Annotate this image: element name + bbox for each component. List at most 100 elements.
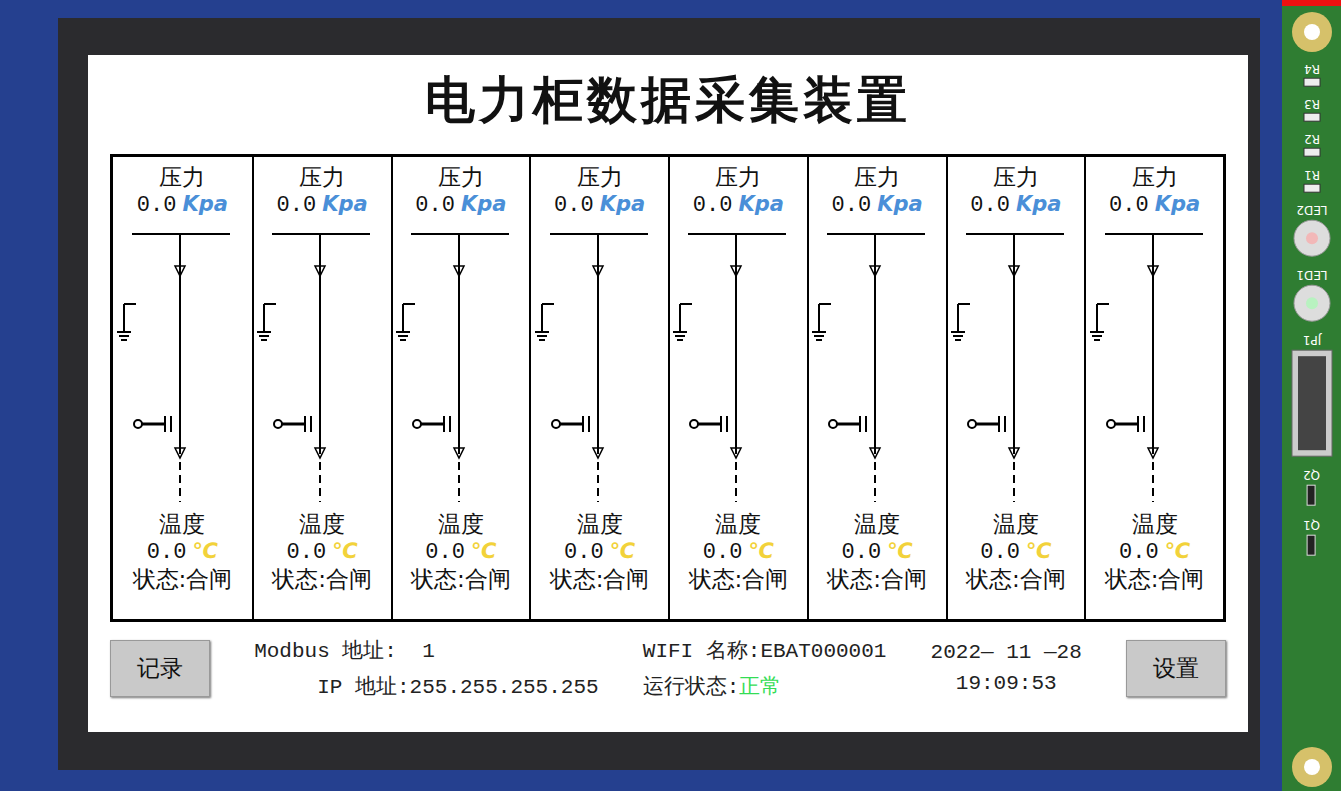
wifi-name: WIFI 名称:EBAT000001 bbox=[643, 636, 887, 664]
pressure-label: 压力 bbox=[159, 163, 205, 192]
part-label: Q2 bbox=[1303, 468, 1320, 481]
pressure-reading: 0.0Kpa bbox=[415, 192, 506, 218]
pressure-reading: 0.0Kpa bbox=[970, 192, 1061, 218]
status-label: 状态:合闸 bbox=[272, 565, 372, 594]
pressure-reading: 0.0Kpa bbox=[693, 192, 784, 218]
led-icon bbox=[1292, 283, 1332, 323]
pressure-unit: Kpa bbox=[322, 192, 367, 216]
switchgear-diagram-icon bbox=[811, 226, 943, 506]
temperature-reading: 0.0℃ bbox=[425, 539, 496, 565]
ip-address: IP 地址:255.255.255.255 bbox=[254, 672, 598, 700]
pressure-value: 0.0 bbox=[1109, 193, 1149, 218]
resistor-icon bbox=[1303, 77, 1321, 87]
network-info: Modbus 地址: 1 IP 地址:255.255.255.255 bbox=[254, 636, 598, 700]
pressure-label: 压力 bbox=[1132, 163, 1178, 192]
pcb-part: Q2 bbox=[1303, 468, 1320, 507]
clock: 2022— 11 —28 19:09:53 bbox=[931, 641, 1082, 695]
cabinet-column: 压力0.0Kpa温度0.0℃状态:合闸 bbox=[113, 157, 252, 619]
cabinet-column: 压力0.0Kpa温度0.0℃状态:合闸 bbox=[668, 157, 807, 619]
cabinet-column: 压力0.0Kpa温度0.0℃状态:合闸 bbox=[1084, 157, 1223, 619]
part-label: JP1 bbox=[1302, 333, 1320, 346]
pcb-strip: R4R3R2R1LED2LED1JP1Q2Q1 bbox=[1282, 0, 1341, 791]
part-label: Q1 bbox=[1303, 518, 1320, 531]
temperature-unit: ℃ bbox=[748, 539, 773, 563]
record-button[interactable]: 记录 bbox=[110, 640, 210, 697]
temperature-unit: ℃ bbox=[610, 539, 635, 563]
resistor-icon bbox=[1303, 183, 1321, 193]
temperature-unit: ℃ bbox=[332, 539, 357, 563]
cabinet-column: 压力0.0Kpa温度0.0℃状态:合闸 bbox=[529, 157, 668, 619]
transistor-icon bbox=[1305, 484, 1319, 508]
part-label: R1 bbox=[1304, 168, 1320, 181]
mount-hole-icon bbox=[1292, 12, 1332, 52]
pressure-reading: 0.0Kpa bbox=[1109, 192, 1200, 218]
part-label: LED1 bbox=[1296, 268, 1327, 281]
status-label: 状态:合闸 bbox=[827, 565, 927, 594]
pressure-value: 0.0 bbox=[693, 193, 733, 218]
pressure-reading: 0.0Kpa bbox=[277, 192, 368, 218]
temperature-unit: ℃ bbox=[192, 539, 217, 563]
cabinet-table: 压力0.0Kpa温度0.0℃状态:合闸压力0.0Kpa温度0.0℃状态:合闸压力… bbox=[110, 154, 1226, 622]
temperature-value: 0.0 bbox=[980, 540, 1020, 565]
pressure-reading: 0.0Kpa bbox=[554, 192, 645, 218]
resistor-icon bbox=[1303, 148, 1321, 158]
pressure-label: 压力 bbox=[854, 163, 900, 192]
switchgear-diagram-icon bbox=[672, 226, 804, 506]
pressure-unit: Kpa bbox=[182, 192, 227, 216]
pressure-reading: 0.0Kpa bbox=[137, 192, 228, 218]
temperature-unit: ℃ bbox=[471, 539, 496, 563]
status-footer: 记录 Modbus 地址: 1 IP 地址:255.255.255.255 WIFI… bbox=[110, 636, 1226, 700]
part-label: R2 bbox=[1304, 132, 1320, 145]
device-photo: 电力柜数据采集装置压力0.0Kpa温度0.0℃状态:合闸压力0.0Kpa温度0.… bbox=[0, 0, 1341, 791]
temperature-value: 0.0 bbox=[1119, 540, 1159, 565]
part-label: R3 bbox=[1304, 97, 1320, 110]
cabinet-column: 压力0.0Kpa温度0.0℃状态:合闸 bbox=[946, 157, 1085, 619]
temperature-label: 温度 bbox=[299, 510, 345, 539]
temperature-value: 0.0 bbox=[842, 540, 882, 565]
modbus-address: Modbus 地址: 1 bbox=[254, 636, 435, 664]
temperature-label: 温度 bbox=[854, 510, 900, 539]
status-label: 状态:合闸 bbox=[1105, 565, 1205, 594]
temperature-value: 0.0 bbox=[425, 540, 465, 565]
status-label: 状态:合闸 bbox=[550, 565, 650, 594]
temperature-unit: ℃ bbox=[1026, 539, 1051, 563]
cabinet-column: 压力0.0Kpa温度0.0℃状态:合闸 bbox=[807, 157, 946, 619]
pressure-value: 0.0 bbox=[970, 193, 1010, 218]
temperature-unit: ℃ bbox=[887, 539, 912, 563]
pressure-value: 0.0 bbox=[277, 193, 317, 218]
time: 19:09:53 bbox=[956, 672, 1057, 695]
pressure-value: 0.0 bbox=[832, 193, 872, 218]
display-board: 电力柜数据采集装置压力0.0Kpa温度0.0℃状态:合闸压力0.0Kpa温度0.… bbox=[0, 0, 1282, 791]
temperature-label: 温度 bbox=[993, 510, 1039, 539]
switchgear-diagram-icon bbox=[534, 226, 666, 506]
switchgear-diagram-icon bbox=[1089, 226, 1221, 506]
pcb-part: R1 bbox=[1303, 168, 1321, 193]
temperature-value: 0.0 bbox=[564, 540, 604, 565]
cabinet-column: 压力0.0Kpa温度0.0℃状态:合闸 bbox=[391, 157, 530, 619]
device-info: WIFI 名称:EBAT000001 运行状态:正常 bbox=[643, 636, 887, 700]
pressure-value: 0.0 bbox=[137, 193, 177, 218]
part-label: R4 bbox=[1304, 62, 1320, 75]
temperature-reading: 0.0℃ bbox=[287, 539, 358, 565]
pressure-unit: Kpa bbox=[461, 192, 506, 216]
screen-bezel: 电力柜数据采集装置压力0.0Kpa温度0.0℃状态:合闸压力0.0Kpa温度0.… bbox=[58, 18, 1260, 770]
settings-button[interactable]: 设置 bbox=[1126, 640, 1226, 697]
pcb-part: R3 bbox=[1303, 97, 1321, 122]
hmi-screen: 电力柜数据采集装置压力0.0Kpa温度0.0℃状态:合闸压力0.0Kpa温度0.… bbox=[88, 55, 1248, 732]
pressure-label: 压力 bbox=[299, 163, 345, 192]
switchgear-diagram-icon bbox=[950, 226, 1082, 506]
temperature-reading: 0.0℃ bbox=[980, 539, 1051, 565]
pressure-label: 压力 bbox=[993, 163, 1039, 192]
pcb-part: R4 bbox=[1303, 62, 1321, 87]
resistor-icon bbox=[1303, 112, 1321, 122]
temperature-value: 0.0 bbox=[287, 540, 327, 565]
mount-hole-icon bbox=[1292, 747, 1332, 787]
status-label: 状态:合闸 bbox=[689, 565, 789, 594]
temperature-label: 温度 bbox=[159, 510, 205, 539]
pcb-part: LED1 bbox=[1292, 268, 1332, 323]
pressure-reading: 0.0Kpa bbox=[832, 192, 923, 218]
run-state: 运行状态:正常 bbox=[643, 672, 782, 700]
date: 2022— 11 —28 bbox=[931, 641, 1082, 664]
pressure-label: 压力 bbox=[438, 163, 484, 192]
pressure-unit: Kpa bbox=[1155, 192, 1200, 216]
